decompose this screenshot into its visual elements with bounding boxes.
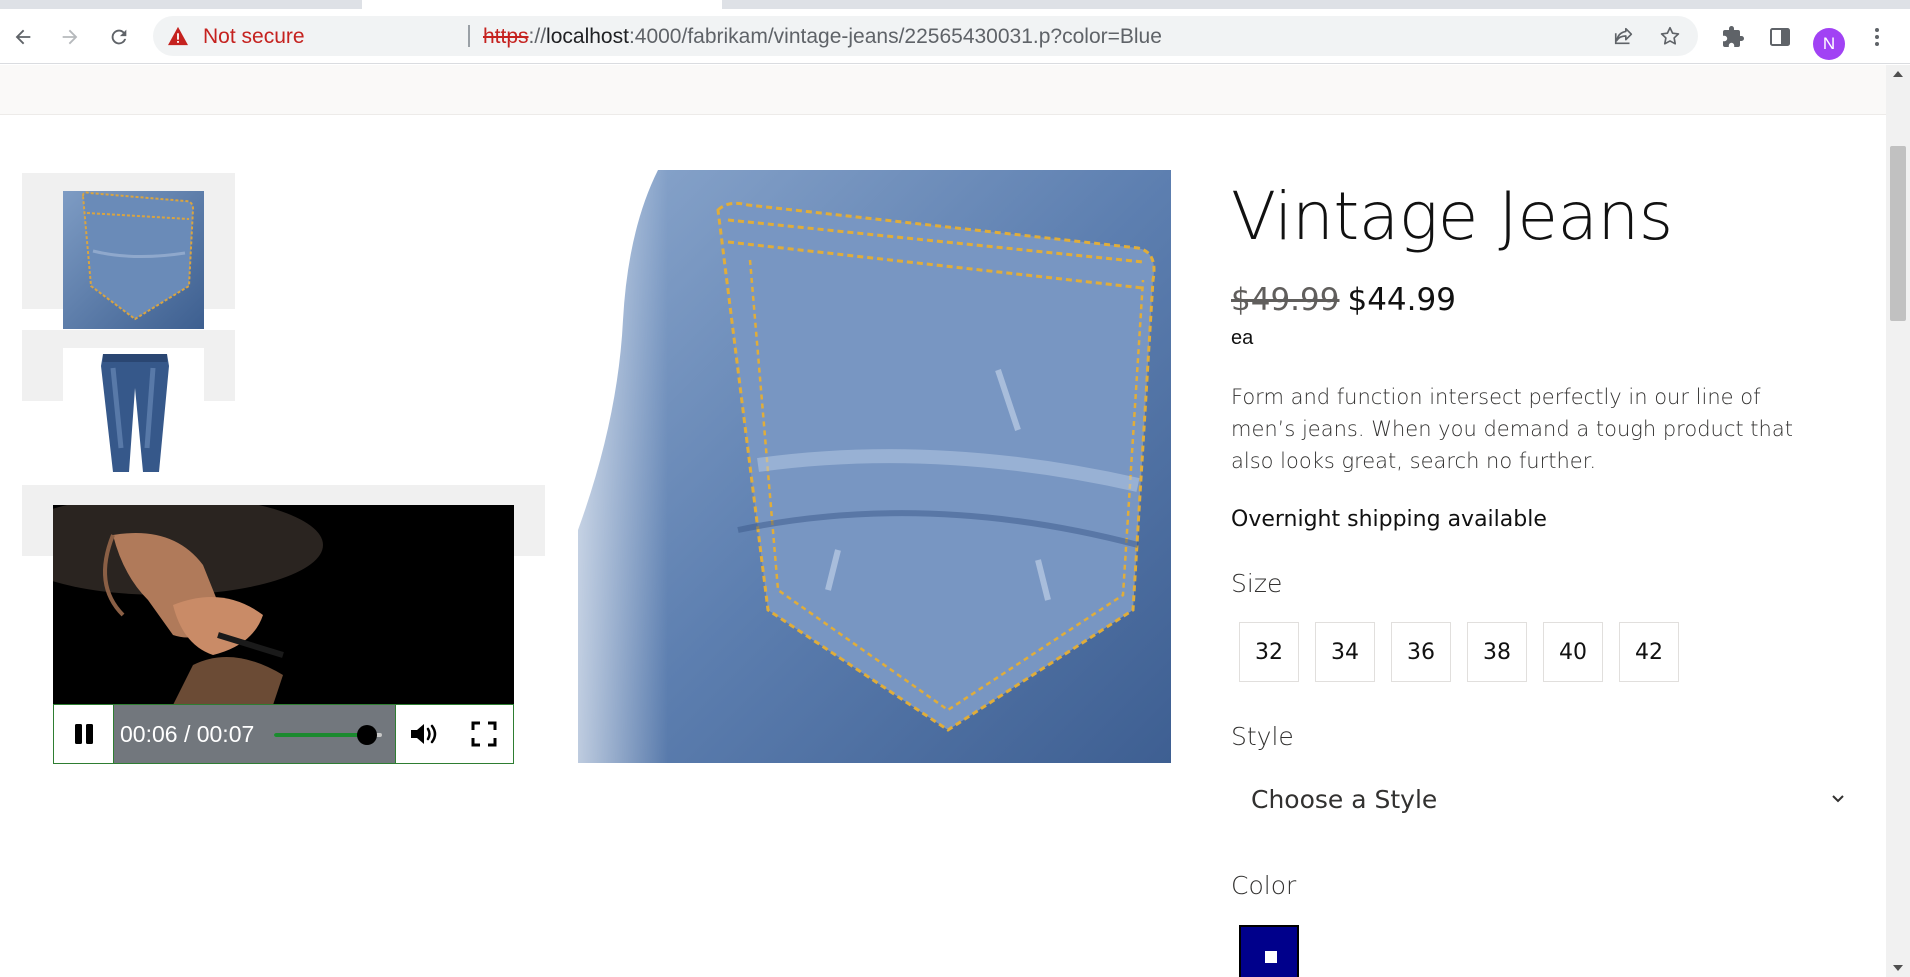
address-bar[interactable]: Not secure https://localhost:4000/fabrik… xyxy=(153,16,1698,56)
side-panel-button[interactable] xyxy=(1767,24,1793,50)
security-status[interactable]: Not secure xyxy=(203,25,305,49)
share-icon[interactable] xyxy=(1613,25,1635,47)
style-dropdown-value: Choose a Style xyxy=(1251,785,1438,814)
price-block: $49.99 $44.99 xyxy=(1231,282,1456,318)
main-product-image[interactable] xyxy=(578,170,1171,763)
full-jeans-thumbnail-image xyxy=(101,354,169,472)
omnibox-divider xyxy=(468,25,470,47)
style-dropdown[interactable]: Choose a Style xyxy=(1231,770,1851,832)
selected-check-icon xyxy=(1265,951,1277,963)
shipping-note: Overnight shipping available xyxy=(1231,507,1547,532)
pause-icon xyxy=(74,724,93,744)
jeans-pocket-thumbnail-image xyxy=(63,191,204,329)
reload-button[interactable] xyxy=(104,22,134,52)
star-icon[interactable] xyxy=(1659,25,1681,47)
forward-button[interactable] xyxy=(55,22,85,52)
browser-menu-button[interactable] xyxy=(1864,24,1890,50)
extensions-icon xyxy=(1723,26,1744,47)
url-scheme: https xyxy=(483,25,529,48)
video-controls: 00:06 / 00:07 xyxy=(53,704,514,764)
url-text[interactable]: https://localhost:4000/fabrikam/vintage-… xyxy=(483,25,1162,49)
reload-icon xyxy=(111,29,127,45)
active-tab[interactable] xyxy=(362,0,722,9)
sale-price: $44.99 xyxy=(1347,282,1456,318)
product-title: Vintage Jeans xyxy=(1231,178,1673,255)
video-seek-bar[interactable] xyxy=(274,725,382,745)
video-seek-handle[interactable] xyxy=(356,725,377,745)
fullscreen-icon xyxy=(471,721,496,747)
size-options: 32 34 36 38 40 42 xyxy=(1239,622,1679,682)
browser-toolbar: Not secure https://localhost:4000/fabrik… xyxy=(0,9,1910,64)
url-separator: :// xyxy=(528,25,547,48)
fullscreen-button[interactable] xyxy=(454,705,514,763)
color-swatch-blue[interactable] xyxy=(1239,925,1299,977)
size-option-42[interactable]: 42 xyxy=(1619,622,1679,682)
color-label: Color xyxy=(1231,871,1297,900)
side-panel-icon xyxy=(1770,28,1790,46)
page-scrollbar[interactable] xyxy=(1886,65,1910,977)
page-viewport: 00:06 / 00:07 Vintage Jeans $49.99 $44.9… xyxy=(0,65,1886,977)
url-host: localhost xyxy=(546,25,629,48)
thumbnail-full-jeans[interactable] xyxy=(63,348,204,478)
size-option-40[interactable]: 40 xyxy=(1543,622,1603,682)
warning-icon xyxy=(168,26,188,46)
volume-icon xyxy=(411,724,437,744)
style-label: Style xyxy=(1231,722,1294,751)
profile-avatar[interactable]: N xyxy=(1813,28,1845,60)
video-player[interactable]: 00:06 / 00:07 xyxy=(53,505,514,764)
size-label: Size xyxy=(1231,569,1283,598)
size-option-36[interactable]: 36 xyxy=(1391,622,1451,682)
product-description: Form and function intersect perfectly in… xyxy=(1231,385,1793,473)
extensions-button[interactable] xyxy=(1720,24,1746,50)
back-button[interactable] xyxy=(8,22,38,52)
scroll-down-arrow-icon[interactable] xyxy=(1893,965,1903,971)
video-time: 00:06 / 00:07 xyxy=(120,721,255,747)
video-progress-fill xyxy=(274,733,367,737)
site-header xyxy=(0,65,1886,115)
scrollbar-thumb[interactable] xyxy=(1890,146,1906,321)
back-arrow-icon xyxy=(15,29,31,45)
video-frame xyxy=(53,505,514,705)
tab-strip xyxy=(0,0,1910,9)
kebab-menu-icon xyxy=(1875,28,1879,46)
chevron-down-icon xyxy=(1832,795,1844,803)
size-option-32[interactable]: 32 xyxy=(1239,622,1299,682)
url-path: :4000/fabrikam/vintage-jeans/22565430031… xyxy=(628,25,1162,48)
pause-button[interactable] xyxy=(54,705,114,763)
volume-button[interactable] xyxy=(395,705,455,763)
size-option-38[interactable]: 38 xyxy=(1467,622,1527,682)
original-price: $49.99 xyxy=(1231,282,1340,318)
size-option-34[interactable]: 34 xyxy=(1315,622,1375,682)
thumbnail-pocket[interactable] xyxy=(63,191,204,329)
forward-arrow-icon xyxy=(62,29,78,45)
price-unit: ea xyxy=(1231,327,1254,349)
scroll-up-arrow-icon[interactable] xyxy=(1893,71,1903,77)
jeans-pocket-image xyxy=(578,170,1171,763)
